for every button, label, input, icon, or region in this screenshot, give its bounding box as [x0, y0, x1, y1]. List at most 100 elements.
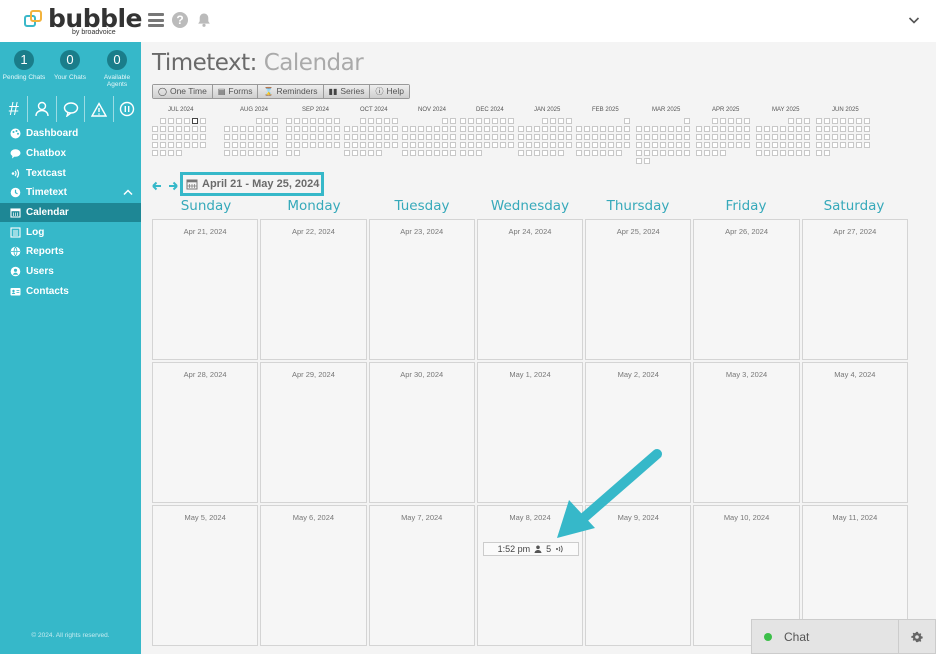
mini-day-cell[interactable]	[550, 126, 556, 132]
mini-day-cell[interactable]	[294, 134, 300, 140]
mini-day-cell[interactable]	[772, 134, 778, 140]
mini-day-cell[interactable]	[600, 150, 606, 156]
mini-day-cell[interactable]	[402, 142, 408, 148]
mini-day-cell[interactable]	[468, 142, 474, 148]
mini-day-cell[interactable]	[652, 134, 658, 140]
mini-day-cell[interactable]	[360, 118, 366, 124]
mini-day-cell[interactable]	[576, 134, 582, 140]
calendar-day[interactable]: Apr 22, 2024	[260, 219, 367, 360]
mini-day-cell[interactable]	[550, 118, 556, 124]
mini-day-cell[interactable]	[294, 118, 300, 124]
mini-day-cell[interactable]	[744, 142, 750, 148]
mini-day-cell[interactable]	[856, 142, 862, 148]
mini-day-cell[interactable]	[584, 150, 590, 156]
mini-day-cell[interactable]	[184, 142, 190, 148]
mini-day-cell[interactable]	[592, 142, 598, 148]
mini-day-cell[interactable]	[652, 150, 658, 156]
mini-day-cell[interactable]	[484, 142, 490, 148]
mini-day-cell[interactable]	[864, 134, 870, 140]
mini-day-cell[interactable]	[176, 142, 182, 148]
mini-day-cell[interactable]	[232, 142, 238, 148]
mini-day-cell[interactable]	[788, 150, 794, 156]
mini-month-label[interactable]: DEC 2024	[476, 107, 504, 113]
mini-day-cell[interactable]	[286, 134, 292, 140]
mini-day-cell[interactable]	[756, 150, 762, 156]
mini-day-cell[interactable]	[334, 142, 340, 148]
mini-day-cell[interactable]	[744, 134, 750, 140]
mini-day-cell[interactable]	[318, 134, 324, 140]
calendar-day[interactable]: May 4, 2024	[801, 362, 908, 503]
mini-day-cell[interactable]	[720, 118, 726, 124]
mini-day-cell[interactable]	[286, 126, 292, 132]
mini-day-cell[interactable]	[576, 142, 582, 148]
mini-day-cell[interactable]	[558, 150, 564, 156]
mini-day-cell[interactable]	[526, 150, 532, 156]
mini-day-cell[interactable]	[450, 126, 456, 132]
mini-day-cell[interactable]	[788, 134, 794, 140]
mini-month-label[interactable]: AUG 2024	[240, 107, 268, 113]
mini-day-cell[interactable]	[264, 118, 270, 124]
mini-day-cell[interactable]	[434, 150, 440, 156]
mini-day-cell[interactable]	[566, 126, 572, 132]
mini-day-cell[interactable]	[856, 118, 862, 124]
mini-day-cell[interactable]	[248, 126, 254, 132]
mini-day-cell[interactable]	[302, 134, 308, 140]
mini-day-cell[interactable]	[756, 142, 762, 148]
mini-day-cell[interactable]	[508, 126, 514, 132]
mini-day-cell[interactable]	[200, 134, 206, 140]
mini-day-cell[interactable]	[704, 134, 710, 140]
mini-day-cell[interactable]	[712, 134, 718, 140]
mini-day-cell[interactable]	[184, 134, 190, 140]
mini-day-cell[interactable]	[616, 126, 622, 132]
mini-day-cell[interactable]	[584, 142, 590, 148]
mini-day-cell[interactable]	[550, 142, 556, 148]
mini-day-cell[interactable]	[232, 150, 238, 156]
mini-day-cell[interactable]	[426, 134, 432, 140]
mini-day-cell[interactable]	[824, 118, 830, 124]
mini-day-cell[interactable]	[816, 118, 822, 124]
mini-day-cell[interactable]	[272, 134, 278, 140]
mini-day-cell[interactable]	[160, 142, 166, 148]
mini-day-cell[interactable]	[728, 126, 734, 132]
mini-day-cell[interactable]	[476, 150, 482, 156]
calendar-day[interactable]: Apr 25, 2024	[585, 219, 692, 360]
mini-day-cell[interactable]	[728, 118, 734, 124]
mini-day-cell[interactable]	[796, 142, 802, 148]
mini-day-cell[interactable]	[550, 150, 556, 156]
mini-day-cell[interactable]	[442, 118, 448, 124]
mini-day-cell[interactable]	[804, 118, 810, 124]
mini-day-cell[interactable]	[824, 150, 830, 156]
mini-month-label[interactable]: MAR 2025	[652, 107, 680, 113]
mini-day-cell[interactable]	[616, 150, 622, 156]
mini-day-cell[interactable]	[410, 142, 416, 148]
reminders-button[interactable]: ⌛ Reminders	[258, 85, 324, 98]
series-button[interactable]: ▮▮ Series	[323, 85, 371, 98]
mini-day-cell[interactable]	[624, 134, 630, 140]
mini-day-cell[interactable]	[264, 142, 270, 148]
mini-day-cell[interactable]	[558, 134, 564, 140]
mini-day-cell[interactable]	[636, 150, 642, 156]
mini-day-cell[interactable]	[704, 126, 710, 132]
sidebar-item-textcast[interactable]: Textcast	[0, 163, 141, 183]
mini-day-cell[interactable]	[744, 126, 750, 132]
mini-day-cell[interactable]	[720, 134, 726, 140]
mini-day-cell[interactable]	[310, 142, 316, 148]
speech-bubble-icon[interactable]	[57, 96, 86, 122]
mini-day-cell[interactable]	[772, 150, 778, 156]
mini-day-cell[interactable]	[668, 134, 674, 140]
mini-day-cell[interactable]	[326, 126, 332, 132]
mini-day-cell[interactable]	[736, 142, 742, 148]
mini-day-cell[interactable]	[624, 118, 630, 124]
mini-day-cell[interactable]	[712, 118, 718, 124]
mini-day-cell[interactable]	[272, 142, 278, 148]
calendar-day[interactable]: May 5, 2024	[152, 505, 259, 646]
mini-day-cell[interactable]	[484, 118, 490, 124]
mini-day-cell[interactable]	[736, 118, 742, 124]
mini-day-cell[interactable]	[450, 142, 456, 148]
mini-day-cell[interactable]	[636, 126, 642, 132]
date-range-picker[interactable]: April 21 - May 25, 2024	[180, 172, 324, 196]
mini-day-cell[interactable]	[566, 118, 572, 124]
mini-day-cell[interactable]	[508, 142, 514, 148]
mini-day-cell[interactable]	[824, 134, 830, 140]
mini-day-cell[interactable]	[426, 150, 432, 156]
